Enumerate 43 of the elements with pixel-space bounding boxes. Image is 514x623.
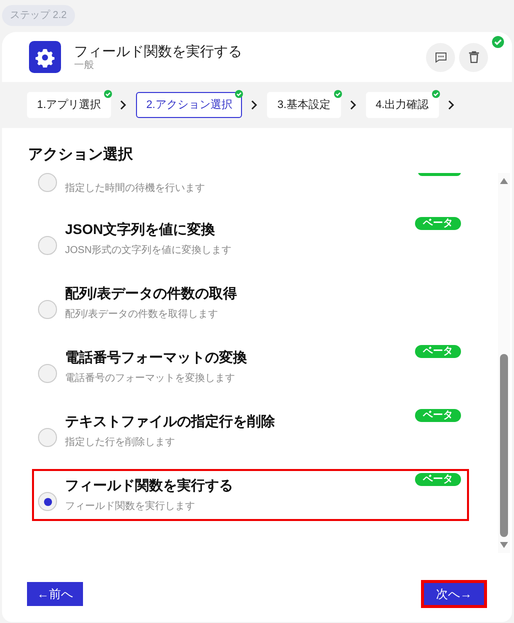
action-title: 電話番号フォーマットの変換 <box>65 348 247 366</box>
scrollbar-thumb[interactable] <box>500 354 508 536</box>
beta-badge: ベータ <box>415 472 461 486</box>
gear-icon <box>29 41 61 73</box>
action-title: テキストファイルの指定行を削除 <box>65 412 275 430</box>
radio-button[interactable] <box>38 300 57 319</box>
step-tab[interactable]: 1.アプリ選択 <box>27 92 112 118</box>
chevron-icon <box>251 100 258 110</box>
action-description: フィールド関数を実行します <box>65 500 196 513</box>
action-description: 指定した時間の待機を行います <box>65 182 205 194</box>
step-badge: ステップ 2.2 <box>2 5 75 26</box>
chevron-icon <box>448 100 455 110</box>
radio-button[interactable] <box>38 364 57 383</box>
comment-icon <box>434 52 446 62</box>
action-description: JOSN形式の文字列を値に変換します <box>65 244 232 257</box>
action-title: フィールド関数を実行する <box>65 476 233 494</box>
delete-button[interactable] <box>459 42 488 72</box>
beta-badge: ベータ <box>415 408 461 422</box>
comment-button[interactable] <box>426 42 455 72</box>
scroll-down-icon[interactable] <box>500 542 508 548</box>
radio-button[interactable] <box>38 428 57 447</box>
beta-badge: ベータ <box>415 216 461 230</box>
step-tab[interactable]: 4.出力確認 <box>366 92 439 118</box>
section-title: アクション選択 <box>28 145 134 165</box>
trash-icon <box>468 51 478 63</box>
step-tab[interactable]: 3.基本設定 <box>267 92 341 118</box>
step-subtitle: 一般 <box>74 60 95 72</box>
chevron-icon <box>350 100 357 110</box>
next-button[interactable]: 次へ→ <box>421 580 487 608</box>
back-button[interactable]: ←前へ <box>27 582 83 606</box>
action-description: 配列/表データの件数を取得します <box>65 308 219 321</box>
step-tab[interactable]: 2.アクション選択 <box>136 92 242 118</box>
scroll-up-icon[interactable] <box>500 178 508 184</box>
radio-button[interactable] <box>38 236 57 255</box>
action-description: 指定した行を削除します <box>65 436 176 449</box>
step-title: フィールド関数を実行する <box>74 42 242 60</box>
chevron-icon <box>120 100 128 110</box>
radio-button[interactable] <box>38 492 57 511</box>
radio-button[interactable] <box>38 172 57 192</box>
action-description: 電話番号のフォーマットを変換します <box>65 372 236 385</box>
action-title: JSON文字列を値に変換 <box>65 220 216 238</box>
beta-badge: ベータ <box>415 344 461 358</box>
action-title: 配列/表データの件数の取得 <box>65 284 237 302</box>
